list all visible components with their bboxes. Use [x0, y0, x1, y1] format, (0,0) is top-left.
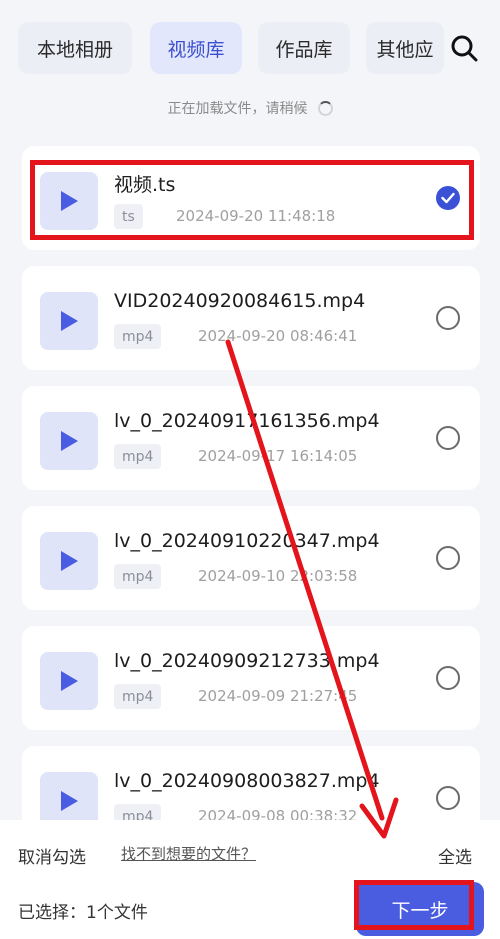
file-name: VID20240920084615.mp4: [114, 290, 366, 312]
video-thumbnail: [40, 412, 98, 470]
play-icon: [61, 791, 78, 811]
tab-video-library[interactable]: 视频库: [150, 22, 242, 74]
file-name: lv_0_20240917161356.mp4: [114, 410, 380, 432]
list-item[interactable]: lv_0_20240910220347.mp4 mp4 2024-09-10 2…: [22, 506, 480, 610]
select-checkbox[interactable]: [436, 786, 460, 810]
selection-count: 已选择：1个文件: [18, 898, 148, 923]
video-thumbnail: [40, 172, 98, 230]
tab-bar: 本地相册 视频库 作品库 其他应: [0, 0, 500, 78]
file-date: 2024-09-20 11:48:18: [176, 207, 336, 225]
play-icon: [61, 191, 78, 211]
select-checkbox[interactable]: [436, 666, 460, 690]
select-checkbox[interactable]: [436, 426, 460, 450]
loading-status: 正在加载文件，请稍候: [0, 96, 500, 120]
file-date: 2024-09-10 22:03:58: [198, 567, 358, 585]
cancel-selection-button[interactable]: 取消勾选: [18, 843, 86, 868]
selected-count: 1个文件: [86, 903, 148, 923]
file-ext-badge: mp4: [114, 324, 162, 349]
loading-spinner-icon: [317, 100, 333, 116]
video-thumbnail: [40, 292, 98, 350]
video-thumbnail: [40, 532, 98, 590]
play-icon: [61, 431, 78, 451]
tab-works-library[interactable]: 作品库: [258, 22, 350, 74]
file-name: lv_0_20240909212733.mp4: [114, 650, 380, 672]
list-item[interactable]: VID20240920084615.mp4 mp4 2024-09-20 08:…: [22, 266, 480, 370]
play-icon: [61, 551, 78, 571]
file-date: 2024-09-17 16:14:05: [198, 447, 358, 465]
list-item[interactable]: 视频.ts ts 2024-09-20 11:48:18: [22, 146, 480, 250]
file-date: 2024-09-09 21:27:45: [198, 687, 358, 705]
file-ext-badge: mp4: [114, 444, 162, 469]
video-thumbnail: [40, 652, 98, 710]
search-icon[interactable]: [450, 34, 478, 62]
list-item[interactable]: lv_0_20240917161356.mp4 mp4 2024-09-17 1…: [22, 386, 480, 490]
tab-local-album[interactable]: 本地相册: [18, 22, 132, 74]
file-name: 视频.ts: [114, 174, 176, 196]
file-name: lv_0_20240910220347.mp4: [114, 530, 380, 552]
loading-text: 正在加载文件，请稍候: [167, 101, 308, 117]
file-date: 2024-09-20 08:46:41: [198, 327, 358, 345]
bottom-action-bar: 取消勾选 找不到想要的文件？ 全选 已选择：1个文件 下一步: [0, 820, 500, 939]
file-name: lv_0_20240908003827.mp4: [114, 770, 380, 792]
select-checkbox[interactable]: [436, 546, 460, 570]
tab-other-apps[interactable]: 其他应: [366, 22, 444, 74]
select-checkbox[interactable]: [436, 306, 460, 330]
next-step-button[interactable]: 下一步: [356, 882, 484, 936]
select-all-button[interactable]: 全选: [438, 843, 472, 868]
check-icon: [441, 192, 455, 204]
list-item[interactable]: lv_0_20240908003827.mp4 mp4 2024-09-08 0…: [22, 746, 480, 830]
play-icon: [61, 311, 78, 331]
list-item[interactable]: lv_0_20240909212733.mp4 mp4 2024-09-09 2…: [22, 626, 480, 730]
file-ext-badge: mp4: [114, 564, 162, 589]
help-link[interactable]: 找不到想要的文件？: [121, 843, 256, 864]
file-ext-badge: mp4: [114, 684, 162, 709]
play-icon: [61, 671, 78, 691]
selected-label: 已选择：: [18, 903, 86, 923]
select-checkbox[interactable]: [436, 186, 460, 210]
file-ext-badge: ts: [114, 204, 143, 229]
